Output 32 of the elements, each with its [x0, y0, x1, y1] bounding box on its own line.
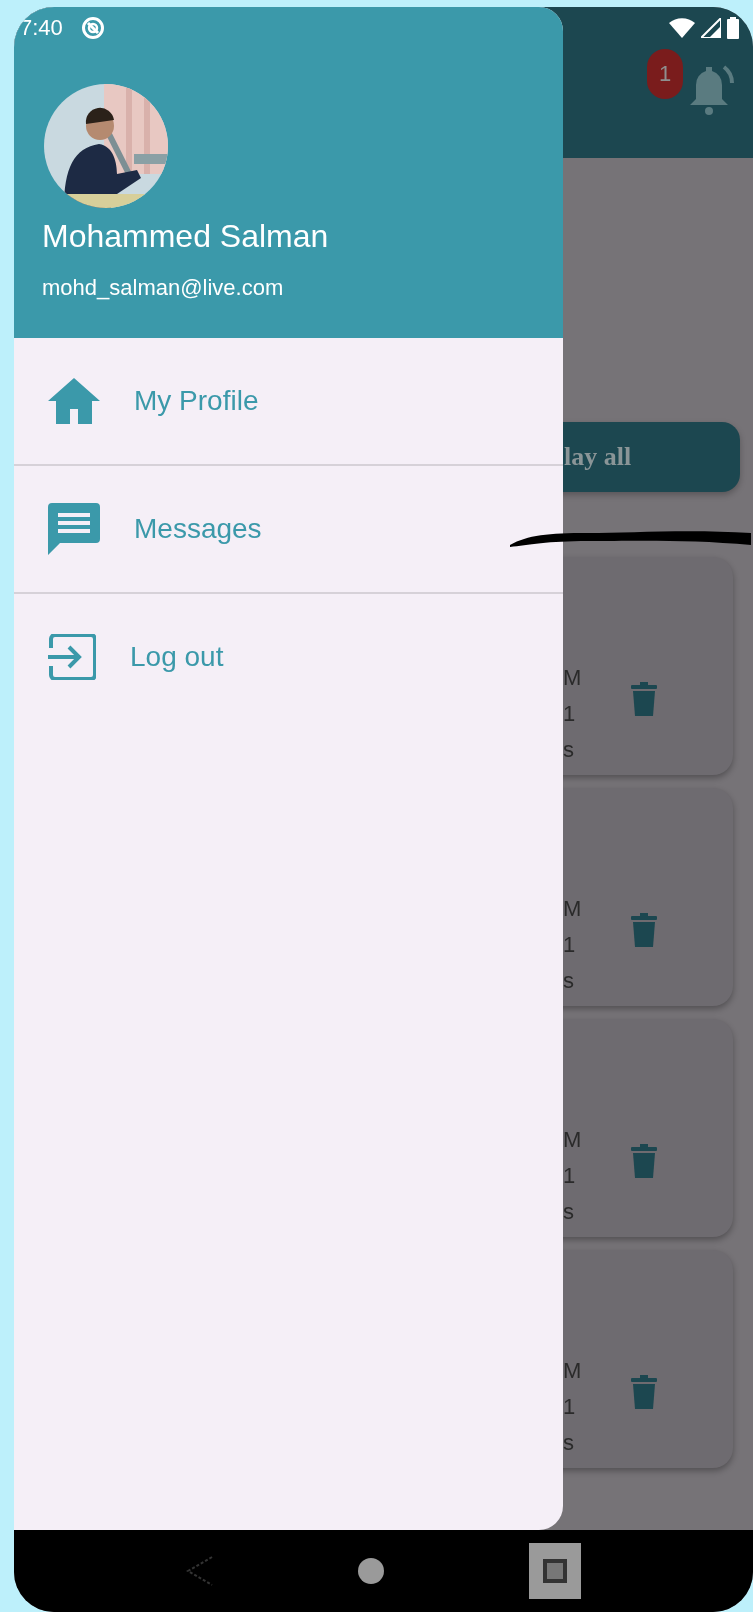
card-text: s — [563, 736, 575, 764]
menu-item[interactable]: My Profile — [14, 338, 563, 466]
notification-icon — [80, 16, 105, 40]
user-name: Mohammed Salman — [42, 218, 330, 255]
card-text: s — [563, 967, 575, 995]
wifi-icon — [669, 18, 695, 38]
trash-icon[interactable] — [631, 913, 658, 947]
card-text: 1 — [563, 1393, 577, 1421]
home-button-icon[interactable] — [358, 1558, 385, 1584]
card-text: M — [563, 1357, 582, 1385]
trash-icon[interactable] — [631, 1375, 658, 1409]
trash-icon[interactable] — [631, 682, 658, 716]
recents-icon[interactable] — [528, 1543, 581, 1599]
card-text: s — [563, 1429, 575, 1457]
card-text: 1 — [563, 1162, 577, 1190]
card-text: 1 — [563, 931, 577, 959]
menu-item[interactable]: Log out — [14, 594, 563, 720]
card-text: 1 — [563, 700, 577, 728]
notification-badge: 1 — [647, 49, 683, 99]
logout-icon — [48, 634, 96, 680]
message-icon — [48, 503, 100, 555]
user-email: mohd_salman@live.com — [42, 275, 285, 301]
card-text: M — [563, 664, 582, 692]
trash-icon[interactable] — [631, 1144, 658, 1178]
card-text: M — [563, 1126, 582, 1154]
battery-icon — [727, 17, 739, 39]
card-text: s — [563, 1198, 575, 1226]
home-icon — [48, 378, 100, 424]
back-icon[interactable] — [186, 1555, 215, 1587]
card-text: M — [563, 895, 582, 923]
signal-icon — [701, 18, 721, 38]
status-time: 7:40 — [20, 15, 63, 41]
